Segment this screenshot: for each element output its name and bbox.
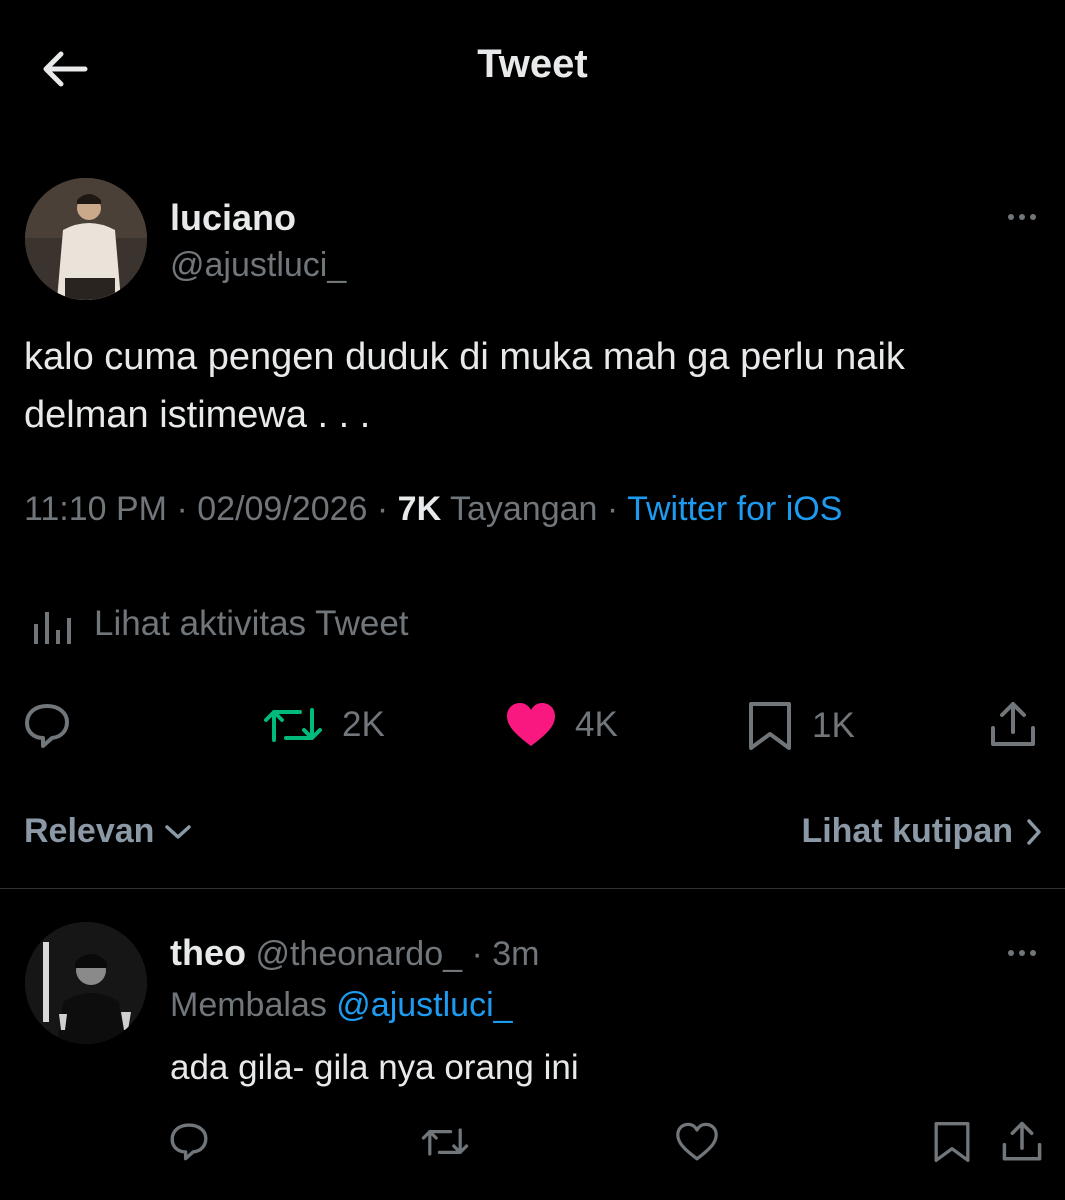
heart-icon: [507, 703, 555, 746]
retweet-icon: [264, 708, 322, 742]
reply-reply-button[interactable]: [168, 1120, 210, 1162]
reply-author-handle[interactable]: @theonardo_: [255, 935, 462, 973]
retweet-count: 2K: [342, 705, 385, 744]
reply-avatar[interactable]: [25, 922, 147, 1044]
retweet-button[interactable]: 2K: [262, 700, 385, 750]
separator: ·: [471, 935, 483, 973]
page-title: Tweet: [477, 42, 588, 86]
views-count: 7K: [397, 490, 442, 528]
tweet-time[interactable]: 11:10 PM: [24, 490, 167, 528]
chevron-down-icon: [165, 824, 192, 839]
dot-icon: [1019, 950, 1025, 956]
replying-to-mention[interactable]: @ajustluci_: [336, 986, 512, 1024]
sort-dropdown[interactable]: Relevan: [24, 812, 192, 851]
bookmark-count: 1K: [812, 706, 855, 745]
share-button[interactable]: [988, 700, 1038, 750]
tweet-source-link[interactable]: Twitter for iOS: [627, 490, 842, 528]
separator: ·: [376, 490, 389, 528]
replying-to: Membalas @ajustluci_: [170, 986, 513, 1025]
divider: [0, 888, 1065, 889]
tweet-activity-link[interactable]: Lihat aktivitas Tweet: [30, 600, 409, 648]
views-label: Tayangan: [449, 490, 598, 528]
dot-icon: [1030, 214, 1036, 220]
author-handle[interactable]: @ajustluci_: [170, 246, 346, 285]
view-quotes-link[interactable]: Lihat kutipan: [801, 812, 1043, 851]
reply-like-button[interactable]: [676, 1122, 718, 1162]
separator: ·: [176, 490, 188, 528]
reply-icon: [170, 1123, 208, 1161]
more-options-button[interactable]: [1008, 214, 1036, 220]
bookmark-icon: [934, 1121, 970, 1162]
sort-label: Relevan: [24, 812, 155, 850]
dot-icon: [1008, 214, 1014, 220]
reply-share-button[interactable]: [1000, 1120, 1044, 1164]
share-icon: [991, 702, 1035, 746]
tweet-meta: 11:10 PM · 02/09/2026 · 7K Tayangan · Tw…: [24, 490, 842, 529]
dot-icon: [1008, 950, 1014, 956]
analytics-icon: [34, 612, 71, 644]
reply-text: ada gila- gila nya orang ini: [170, 1048, 579, 1087]
tweet-text-line: delman istimewa . . .: [24, 394, 371, 436]
like-count: 4K: [575, 705, 618, 744]
separator: ·: [606, 490, 619, 528]
chevron-right-icon: [1027, 818, 1041, 845]
tweet-text-line: kalo cuma pengen duduk di muka mah ga pe…: [24, 336, 905, 378]
reply-button[interactable]: [22, 700, 72, 750]
reply-icon: [25, 704, 69, 748]
replying-label: Membalas: [170, 986, 327, 1024]
activity-label: Lihat aktivitas Tweet: [94, 604, 409, 643]
share-icon: [1002, 1121, 1042, 1161]
reply-retweet-button[interactable]: [420, 1122, 470, 1162]
reply-author-name[interactable]: theo: [170, 932, 246, 973]
tweet-text: kalo cuma pengen duduk di muka mah ga pe…: [24, 328, 1034, 444]
heart-icon: [676, 1122, 718, 1161]
reply-time[interactable]: 3m: [492, 935, 539, 973]
author-name[interactable]: luciano: [170, 197, 296, 239]
reply-header: theo @theonardo_ · 3m: [170, 932, 539, 974]
reply-bookmark-button[interactable]: [932, 1120, 972, 1164]
dot-icon: [1030, 950, 1036, 956]
avatar[interactable]: [25, 178, 147, 300]
dot-icon: [1019, 214, 1025, 220]
bookmark-icon: [749, 702, 791, 750]
bookmark-button[interactable]: 1K: [746, 700, 855, 752]
view-quotes-label: Lihat kutipan: [801, 812, 1013, 850]
tweet-date[interactable]: 02/09/2026: [197, 490, 367, 528]
reply-more-options-button[interactable]: [1008, 950, 1036, 956]
retweet-icon: [421, 1128, 469, 1156]
like-button[interactable]: 4K: [505, 700, 618, 750]
